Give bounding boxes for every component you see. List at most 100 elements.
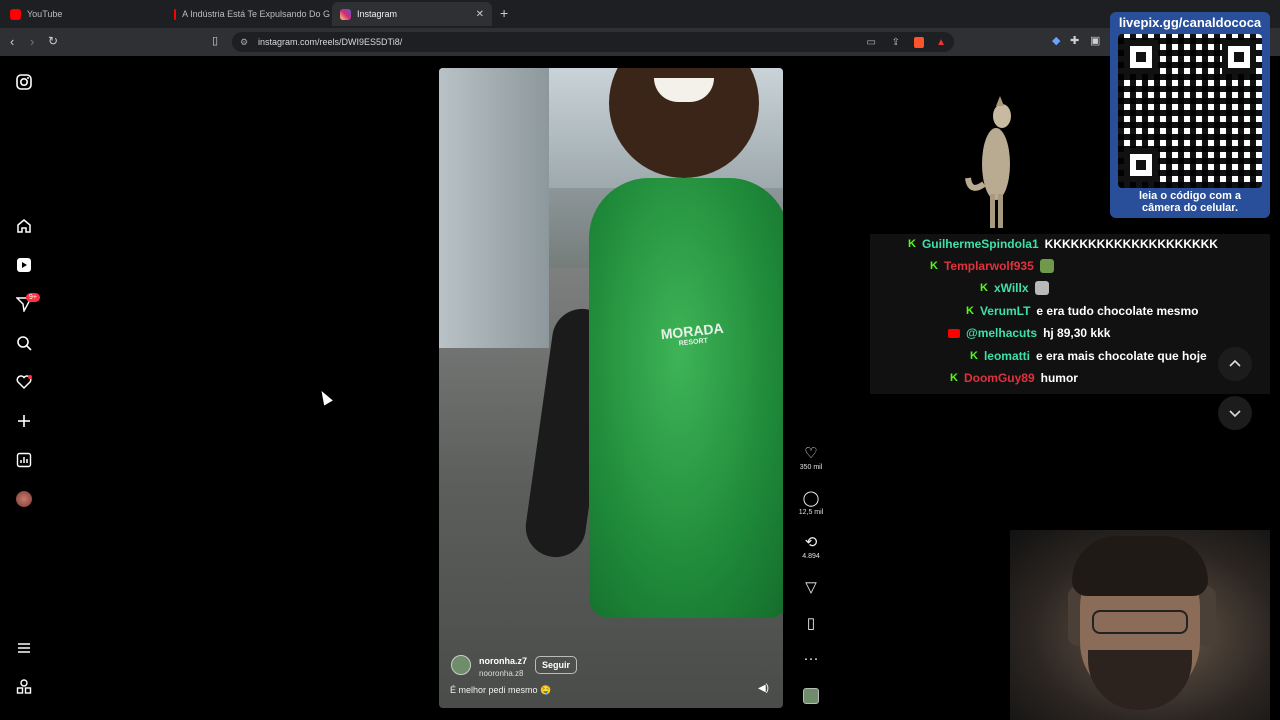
chat-message: Kleomatti e era mais chocolate que hoje [970, 349, 1207, 363]
tab-label: YouTube [27, 9, 63, 19]
sidebar-toggle-icon[interactable]: ▣ [1090, 34, 1100, 47]
repost-button[interactable]: ⟲ 4.894 [796, 533, 826, 560]
tab-youtube-video[interactable]: A Indústria Está Te Expulsando Do G [166, 2, 330, 26]
back-icon[interactable]: ‹ [10, 34, 14, 49]
qr-footer-line1: leia o código com a [1138, 190, 1242, 202]
chat-message: K DoomGuy89 humor [950, 371, 1078, 385]
chat-message: K VerumLT e era tudo chocolate mesmo [966, 304, 1198, 318]
repost-count: 4.894 [802, 553, 820, 560]
chat-emote [1034, 281, 1049, 295]
chat-message: KxWillx [980, 281, 1049, 295]
chevron-down-icon [1229, 410, 1241, 418]
more-options-button[interactable]: ··· [796, 650, 826, 667]
streamer-beard [1088, 650, 1192, 710]
brave-rewards-icon[interactable]: ▲ [936, 37, 946, 48]
chat-emote [1039, 259, 1054, 273]
youtube-icon [10, 8, 21, 20]
youtube-icon [174, 8, 177, 20]
chat-message: K GuilhermeSpindola1 KKKKKKKKKKKKKKKKKKKK [908, 237, 1218, 251]
youtube-icon [948, 328, 960, 338]
dashboard-icon[interactable] [14, 450, 34, 470]
share-icon[interactable]: ⇪ [892, 37, 900, 48]
forward-icon[interactable]: › [30, 34, 34, 49]
profile-avatar[interactable] [14, 489, 34, 509]
wolf-sticker [965, 96, 1011, 228]
tab-instagram[interactable]: Instagram ✕ [332, 2, 492, 26]
heart-icon: ♡ [804, 445, 818, 462]
chat-username: xWillx [993, 281, 1029, 295]
author-audio[interactable]: nooronha.z8 [479, 669, 527, 678]
instagram-logo-icon[interactable] [14, 72, 34, 92]
qr-code [1118, 34, 1262, 188]
chat-text: humor [1040, 371, 1078, 385]
cast-icon[interactable]: ▭ [867, 37, 876, 48]
url-text: instagram.com/reels/DWI9ES5DTi8/ [258, 37, 403, 47]
chevron-up-icon [1229, 359, 1241, 367]
tab-label: Instagram [357, 9, 398, 19]
puzzle-icon[interactable]: ✚ [1070, 34, 1079, 47]
instagram-icon [340, 8, 351, 20]
kick-icon: K [970, 350, 978, 362]
save-button[interactable]: ▯ [796, 614, 826, 632]
next-reel-button[interactable] [1218, 396, 1252, 430]
video-green-shirt [589, 178, 783, 618]
brave-shield-icon[interactable] [914, 36, 924, 48]
browser-tab-bar: YouTube A Indústria Está Te Expulsando D… [0, 0, 1280, 28]
author-username[interactable]: noronha.z7 [479, 656, 527, 666]
livepix-qr-panel: livepix.gg/canaldococa leia o código com… [1110, 12, 1270, 218]
reel-caption: É melhor pedi mesmo 🤤 [450, 685, 552, 695]
repost-icon: ⟲ [804, 534, 818, 551]
kick-icon: K [966, 305, 974, 317]
previous-reel-button[interactable] [1218, 347, 1252, 381]
qr-footer: leia o código com a câmera do celular. [1110, 190, 1270, 214]
qr-title: livepix.gg/canaldococa [1118, 15, 1262, 30]
messages-badge: 9+ [26, 293, 40, 302]
video-building [439, 68, 549, 348]
kick-icon: K [950, 372, 958, 384]
chat-username: DoomGuy89 [963, 371, 1035, 385]
chat-message: K Templarwolf935 [930, 259, 1054, 273]
comment-icon: ◯ [802, 490, 820, 507]
extension-icon[interactable]: ◆ [1052, 34, 1060, 47]
site-info-icon[interactable]: ⚙ [240, 37, 248, 48]
chat-username: GuilhermeSpindola1 [921, 237, 1039, 251]
chat-username: VerumLT [979, 304, 1031, 318]
share-button[interactable]: ▽ [796, 578, 826, 596]
chat-text: e era mais chocolate que hoje [1035, 349, 1207, 363]
reel-author: noronha.z7 nooronha.z8 Seguir [451, 651, 578, 678]
chat-message: @melhacuts hj 89,30 kkk [948, 326, 1110, 340]
new-tab-button[interactable]: + [500, 5, 508, 21]
streamer-webcam [1010, 530, 1270, 720]
more-icon: ··· [803, 650, 819, 667]
chat-text: KKKKKKKKKKKKKKKKKKKK [1044, 237, 1218, 251]
author-avatar[interactable] [451, 654, 471, 675]
kick-icon: K [908, 238, 916, 250]
create-icon[interactable] [14, 411, 34, 431]
url-field[interactable]: ⚙ instagram.com/reels/DWI9ES5DTi8/ ▭ ⇪ ▲ [232, 32, 954, 52]
audio-thumbnail[interactable] [796, 688, 826, 709]
streamer-hair [1072, 536, 1208, 596]
reel-video[interactable]: MORADA RESORT noronha.z7 nooronha.z8 Seg… [439, 68, 783, 708]
kick-icon: K [930, 260, 938, 272]
reels-icon[interactable] [14, 255, 34, 275]
search-icon[interactable] [14, 333, 34, 353]
chat-text: e era tudo chocolate mesmo [1036, 304, 1199, 318]
send-icon: ▽ [805, 579, 817, 596]
comment-button[interactable]: ◯ 12,5 mil [796, 489, 826, 516]
chat-username: leomatti [983, 349, 1030, 363]
mute-icon[interactable]: ◀) [758, 683, 769, 694]
follow-button[interactable]: Seguir [535, 655, 578, 674]
bookmark-icon: ▯ [806, 615, 816, 632]
menu-icon[interactable] [14, 638, 34, 658]
comment-count: 12,5 mil [798, 509, 824, 516]
tab-youtube[interactable]: YouTube [2, 2, 166, 26]
more-apps-icon[interactable] [14, 677, 34, 697]
like-button[interactable]: ♡ 350 mil [796, 444, 826, 471]
bookmark-icon[interactable]: ▯ [212, 34, 218, 47]
tab-label: A Indústria Está Te Expulsando Do G [182, 9, 330, 19]
close-tab-icon[interactable]: ✕ [476, 9, 484, 20]
notifications-heart-icon[interactable] [14, 372, 34, 392]
reload-icon[interactable]: ↻ [48, 34, 58, 48]
home-icon[interactable] [14, 216, 34, 236]
streamer-glasses [1092, 610, 1188, 634]
